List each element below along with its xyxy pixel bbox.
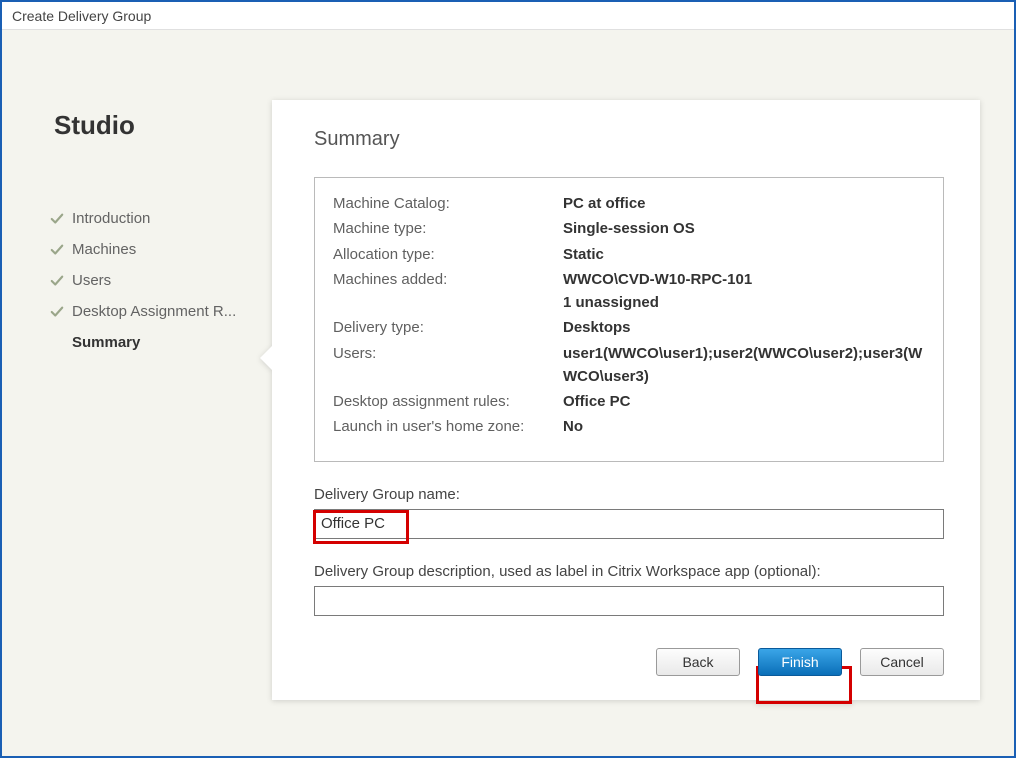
summary-row-label: Launch in user's home zone: (333, 415, 563, 438)
window-title: Create Delivery Group (12, 8, 151, 24)
wizard-step-summary[interactable]: Summary (50, 334, 242, 351)
summary-row-value: WWCO\CVD-W10-RPC-1011 unassigned (563, 268, 752, 315)
cancel-button[interactable]: Cancel (860, 648, 944, 676)
button-bar: Back Finish Cancel (656, 648, 944, 676)
summary-row: Desktop assignment rules:Office PC (333, 390, 925, 413)
summary-row-value: PC at office (563, 192, 646, 215)
wizard-step-label: Machines (72, 241, 136, 258)
page-heading: Summary (314, 128, 944, 151)
wizard-step-label: Desktop Assignment R... (72, 303, 236, 320)
summary-row-value: Static (563, 243, 604, 266)
titlebar: Create Delivery Group (2, 2, 1014, 30)
summary-row-value: Office PC (563, 390, 631, 413)
summary-row: Launch in user's home zone:No (333, 415, 925, 438)
summary-row-value: No (563, 415, 583, 438)
summary-row-value: Single-session OS (563, 217, 695, 240)
summary-row-label: Desktop assignment rules: (333, 390, 563, 413)
delivery-group-name-input[interactable] (314, 509, 944, 539)
summary-row-value-line: 1 unassigned (563, 291, 752, 314)
summary-row-label: Machine type: (333, 217, 563, 240)
back-button[interactable]: Back (656, 648, 740, 676)
summary-box: Machine Catalog:PC at officeMachine type… (314, 177, 944, 462)
summary-row: Delivery type:Desktops (333, 316, 925, 339)
wizard-step-introduction[interactable]: Introduction (50, 210, 242, 227)
client-area: Studio Introduction Machines Users Desktop … (2, 30, 1014, 756)
desc-field-label: Delivery Group description, used as labe… (314, 563, 944, 580)
summary-row-label: Allocation type: (333, 243, 563, 266)
main-wrap: Summary Machine Catalog:PC at officeMach… (262, 30, 1014, 756)
summary-row: Users:user1(WWCO\user1);user2(WWCO\user2… (333, 342, 925, 389)
check-icon (50, 212, 64, 226)
summary-row-value: Desktops (563, 316, 631, 339)
summary-row-label: Users: (333, 342, 563, 389)
summary-row: Machine type:Single-session OS (333, 217, 925, 240)
wizard-step-users[interactable]: Users (50, 272, 242, 289)
wizard-step-label: Summary (72, 334, 140, 351)
summary-row-label: Machine Catalog: (333, 192, 563, 215)
wizard-step-label: Introduction (72, 210, 150, 227)
summary-row-label: Machines added: (333, 268, 563, 315)
wizard-step-label: Users (72, 272, 111, 289)
dialog-window: Create Delivery Group Studio Introductio… (0, 0, 1016, 758)
wizard-sidebar: Studio Introduction Machines Users Desktop … (2, 30, 262, 756)
delivery-group-description-input[interactable] (314, 586, 944, 616)
check-icon (50, 243, 64, 257)
wizard-step-desktop-assignment-r[interactable]: Desktop Assignment R... (50, 303, 242, 320)
summary-row: Machines added:WWCO\CVD-W10-RPC-1011 una… (333, 268, 925, 315)
main-panel: Summary Machine Catalog:PC at officeMach… (272, 100, 980, 700)
finish-button[interactable]: Finish (758, 648, 842, 676)
wizard-step-machines[interactable]: Machines (50, 241, 242, 258)
summary-row-label: Delivery type: (333, 316, 563, 339)
summary-row: Allocation type:Static (333, 243, 925, 266)
app-title: Studio (54, 110, 135, 141)
check-icon (50, 274, 64, 288)
summary-row: Machine Catalog:PC at office (333, 192, 925, 215)
summary-row-value-line: WWCO\CVD-W10-RPC-101 (563, 268, 752, 291)
wizard-nav: Introduction Machines Users Desktop Assignm… (50, 210, 242, 351)
summary-row-value: user1(WWCO\user1);user2(WWCO\user2);user… (563, 342, 925, 389)
name-field-label: Delivery Group name: (314, 486, 944, 503)
check-icon (50, 305, 64, 319)
